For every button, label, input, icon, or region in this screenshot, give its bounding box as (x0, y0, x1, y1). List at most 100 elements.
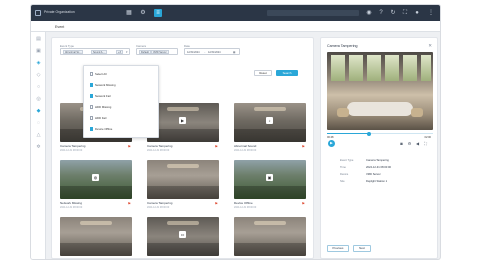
next-button[interactable]: Next (353, 245, 371, 252)
event-card[interactable] (60, 217, 132, 259)
alert-icon[interactable]: △ (35, 132, 42, 139)
event-card-title: Device Offline (234, 201, 253, 205)
sync-icon[interactable]: ↻ (389, 9, 397, 17)
search-button[interactable]: Search (276, 70, 298, 76)
settings-icon[interactable]: ⚙ (407, 141, 412, 146)
event-card[interactable]: ▣ Device Offline 2024-12-31 08:00:00 ⚑ (234, 160, 306, 212)
event-card-title: Camera Tampering (147, 201, 173, 205)
previous-button[interactable]: Previous (327, 245, 349, 252)
info-value: 2024-12-31 08:00:00 (366, 166, 391, 169)
close-icon[interactable]: ✕ (428, 43, 432, 49)
sound-icon: ♪ (266, 117, 273, 124)
event-card-title: Abnormal Sound (234, 144, 257, 148)
flag-icon[interactable]: ⚑ (301, 201, 305, 206)
settings-icon[interactable]: ✲ (35, 144, 42, 151)
search-input[interactable] (267, 10, 359, 16)
settings-icon[interactable]: ⚙ (139, 9, 147, 17)
camera-chip[interactable]: VMD Server (151, 50, 169, 54)
camera-icon[interactable]: ▣ (35, 48, 42, 55)
progress-handle[interactable] (367, 131, 372, 136)
checkbox[interactable] (90, 83, 94, 87)
app-window: Private Organization ▦ ⚙ ≡ ◉ ? ↻ ⛶ ● ⋮ E… (30, 4, 441, 260)
page-title: Event (55, 24, 65, 29)
event-card-title: Camera Tampering (60, 144, 86, 148)
info-value: Daylight Station 1 (366, 180, 388, 183)
play-button[interactable]: ▶ (328, 139, 335, 147)
user-icon[interactable]: ○ (35, 84, 42, 91)
event-icon[interactable]: ◈ (35, 60, 42, 67)
help-icon[interactable]: ? (377, 9, 385, 17)
video-progress-bar[interactable] (327, 131, 433, 136)
flag-icon[interactable]: ⚑ (214, 201, 218, 206)
event-card[interactable] (234, 217, 306, 259)
event-type-chip[interactable]: Abnormal Sc... (63, 50, 84, 54)
grid-view-icon[interactable]: ▦ (125, 9, 133, 17)
event-thumbnail[interactable] (60, 217, 132, 256)
network-icon: ◍ (92, 174, 99, 181)
camera-chip[interactable]: Default (139, 50, 151, 54)
event-card-title: Camera Tampering (147, 144, 173, 148)
event-card-time: 2024-12-31 08:00:00 (147, 205, 170, 209)
fullscreen-icon[interactable]: ⛶ (401, 9, 409, 17)
event-type-more-badge: +3 (116, 50, 123, 55)
flag-icon[interactable]: ⚑ (301, 144, 305, 149)
info-label: Time (340, 166, 346, 169)
date-to: 12/31/2024 (208, 50, 221, 54)
info-label: Event Type (340, 159, 354, 162)
play-icon: ▶ (179, 117, 186, 124)
grid-icon[interactable]: ▤ (35, 36, 42, 43)
lock-icon: ▭ (179, 231, 186, 238)
event-card[interactable]: ◍ Network Missing 2024-12-31 08:00:00 ⚑ (60, 160, 132, 212)
event-type-select[interactable]: Abnormal Sc... Sound A... +3 ▾ (60, 48, 130, 55)
user-icon[interactable]: ● (413, 9, 421, 17)
device-icon: ▣ (266, 174, 273, 181)
page-header: Event (31, 21, 440, 32)
event-card[interactable]: Camera Tampering 2024-12-31 08:00:00 ⚑ (147, 160, 219, 212)
logo-icon (35, 10, 41, 16)
map-icon[interactable]: ◇ (35, 72, 42, 79)
event-thumbnail[interactable] (234, 217, 306, 256)
current-time: 00:48 (327, 136, 334, 139)
event-thumbnail[interactable]: ◍ (60, 160, 132, 199)
camera-select[interactable]: Default VMD Server (136, 48, 178, 55)
detail-title: Camera Tampering (327, 44, 358, 48)
event-thumbnail[interactable]: ▣ (234, 160, 306, 199)
date-range-picker[interactable]: 12/31/2024 – 12/31/2024 ▦ (184, 48, 240, 55)
reset-button[interactable]: Reset (254, 70, 272, 76)
info-label: Device (340, 173, 349, 176)
notification-icon[interactable]: ◉ (365, 9, 373, 17)
checkbox[interactable] (90, 116, 94, 120)
event-card-time: 2024-12-31 08:00:00 (60, 148, 83, 152)
top-bar: Private Organization ▦ ⚙ ≡ ◉ ? ↻ ⛶ ● ⋮ (31, 5, 440, 21)
fullscreen-icon[interactable]: ⛶ (423, 141, 428, 146)
total-time: 02:00 (424, 136, 432, 139)
video-player[interactable] (327, 52, 433, 130)
info-label: Site (340, 180, 345, 183)
event-card[interactable]: ♪ Abnormal Sound 2024-12-31 08:00:00 ⚑ (234, 103, 306, 155)
flag-icon[interactable]: ⚑ (127, 144, 131, 149)
event-thumbnail[interactable] (147, 160, 219, 199)
more-icon[interactable]: ⋮ (427, 9, 435, 17)
flag-icon[interactable]: ⚑ (214, 144, 218, 149)
date-from: 12/31/2024 (187, 50, 200, 54)
bell-icon[interactable]: ◌ (35, 120, 42, 127)
people-icon[interactable]: ◎ (35, 96, 42, 103)
event-card[interactable]: ▭ (147, 217, 219, 259)
event-card-time: 2024-12-31 08:00:00 (60, 205, 83, 209)
shield-icon[interactable]: ◆ (35, 108, 42, 115)
flag-icon[interactable]: ⚑ (127, 201, 131, 206)
chevron-down-icon: ▾ (125, 50, 128, 54)
event-tab-icon[interactable]: ≡ (154, 9, 162, 17)
volume-icon[interactable]: ◀ (415, 141, 420, 146)
event-thumbnail[interactable]: ▭ (147, 217, 219, 256)
event-type-chip[interactable]: Sound A... (91, 50, 107, 54)
left-nav: ▤ ▣ ◈ ◇ ○ ◎ ◆ ◌ △ ✲ (31, 32, 46, 259)
checkbox[interactable] (90, 105, 94, 109)
site-selector[interactable]: Private Organization (44, 10, 75, 14)
checkbox[interactable] (90, 72, 94, 76)
checkbox[interactable] (90, 127, 94, 131)
checkbox[interactable] (90, 94, 94, 98)
event-thumbnail[interactable]: ♪ (234, 103, 306, 142)
event-card-time: 2024-12-31 08:00:00 (147, 148, 170, 152)
camera-snapshot-icon[interactable]: ◙ (399, 141, 404, 146)
